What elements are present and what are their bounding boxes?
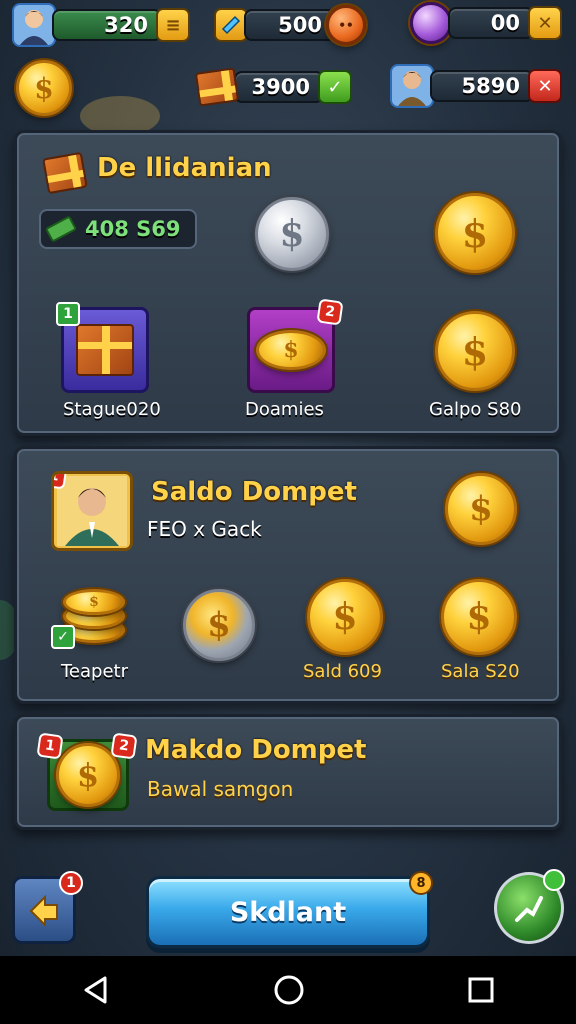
chest-count-display: 3900 — [234, 71, 324, 103]
gold-coin-icon: $ — [16, 60, 72, 116]
back-arrow-icon — [29, 894, 58, 927]
main-action-label: Skdlant — [229, 896, 347, 928]
item-badge: 1 — [56, 302, 80, 326]
system-navigation-bar — [0, 956, 576, 1024]
close-icon[interactable]: ✕ — [528, 6, 562, 40]
menu-icon[interactable]: ≡ — [156, 8, 190, 42]
friends-count-display: 5890 — [430, 70, 534, 102]
gold-coin-icon: $ — [441, 579, 517, 655]
item-label: Teapetr — [61, 661, 128, 682]
cash-display: 408 S69 — [39, 209, 197, 249]
back-badge: 1 — [59, 871, 83, 895]
rewards-panel: De llidanian 408 S69 $ $ 1 Stague020 $ 2… — [14, 130, 562, 436]
player-avatar[interactable] — [12, 3, 56, 47]
purple-orb-icon — [410, 2, 452, 44]
back-button[interactable]: 1 — [12, 871, 83, 944]
player-score-display: 320 — [52, 9, 162, 41]
item-label: Sala S20 — [441, 661, 520, 682]
panel-subtitle: FEO x Gack — [147, 517, 262, 541]
coin-card[interactable]: $ 1 2 — [36, 732, 138, 811]
saldo-dompet-panel: 1 Saldo Dompet FEO x Gack $ $ ✓ Teapetr … — [14, 446, 562, 704]
main-action-badge: 8 — [409, 871, 433, 895]
item-box-gift[interactable]: 1 — [56, 302, 149, 393]
panel-title: De llidanian — [97, 153, 272, 183]
gems-bar[interactable]: 500 •• — [214, 5, 366, 45]
gold-coin-icon: $ — [435, 311, 515, 391]
panel-gift-icon — [42, 151, 88, 195]
nav-home-icon[interactable] — [273, 974, 305, 1006]
chest-icon — [194, 66, 240, 108]
item-label: Sald 609 — [303, 661, 382, 682]
nav-back-icon[interactable] — [81, 975, 111, 1005]
item-box-coins[interactable]: $ 2 — [247, 298, 344, 393]
main-action-button[interactable]: Skdlant 8 — [146, 871, 433, 948]
panel-subtitle: Bawal samgon — [147, 777, 294, 801]
friend-avatar[interactable] — [390, 64, 434, 108]
cash-icon — [44, 215, 78, 243]
profile-card[interactable]: 1 — [51, 471, 133, 551]
nav-recents-icon[interactable] — [467, 976, 495, 1004]
item-badge: 2 — [316, 298, 344, 326]
silver-coin-icon: $ — [183, 589, 255, 661]
player-score-bar[interactable]: 320 ≡ — [12, 3, 190, 47]
gold-coin-icon: $ — [307, 579, 383, 655]
gift-icon — [76, 324, 134, 376]
close-red-icon[interactable]: ✕ — [528, 69, 562, 103]
check-icon[interactable]: ✓ — [318, 70, 352, 104]
gems-display: 500 — [244, 9, 336, 41]
chart-icon — [515, 896, 543, 922]
silver-coin-icon: $ — [255, 197, 329, 271]
stats-button[interactable] — [494, 869, 565, 944]
orange-orb-icon[interactable]: •• — [326, 5, 366, 45]
item-label: Doamies — [245, 399, 324, 420]
coin-pile-icon: $ — [256, 330, 326, 370]
card-badge: 2 — [110, 732, 138, 760]
gold-coin-large-icon: $ — [420, 178, 530, 288]
profile-avatar — [57, 476, 127, 546]
gold-coin-glow-icon: $ — [430, 458, 532, 560]
stats-badge-icon — [543, 869, 565, 891]
panel-title: Makdo Dompet — [145, 735, 367, 765]
item-label: Stague020 — [63, 399, 161, 420]
item-label: Galpo S80 — [429, 399, 522, 420]
panel-title: Saldo Dompet — [151, 477, 357, 507]
check-badge-icon: ✓ — [51, 625, 75, 649]
chest-bar[interactable]: 3900 ✓ — [194, 66, 352, 108]
gem-icon — [214, 8, 248, 42]
orbs-bar[interactable]: 00 ✕ — [410, 2, 562, 44]
makdo-dompet-panel: $ 1 2 Makdo Dompet Bawal samgon — [14, 714, 562, 830]
friends-bar[interactable]: 5890 ✕ — [390, 64, 562, 108]
card-badge: 1 — [36, 732, 64, 760]
coin-stack-icon[interactable]: $ ✓ — [51, 583, 129, 649]
orbs-display: 00 — [448, 7, 534, 39]
cash-value: 408 S69 — [85, 217, 181, 241]
